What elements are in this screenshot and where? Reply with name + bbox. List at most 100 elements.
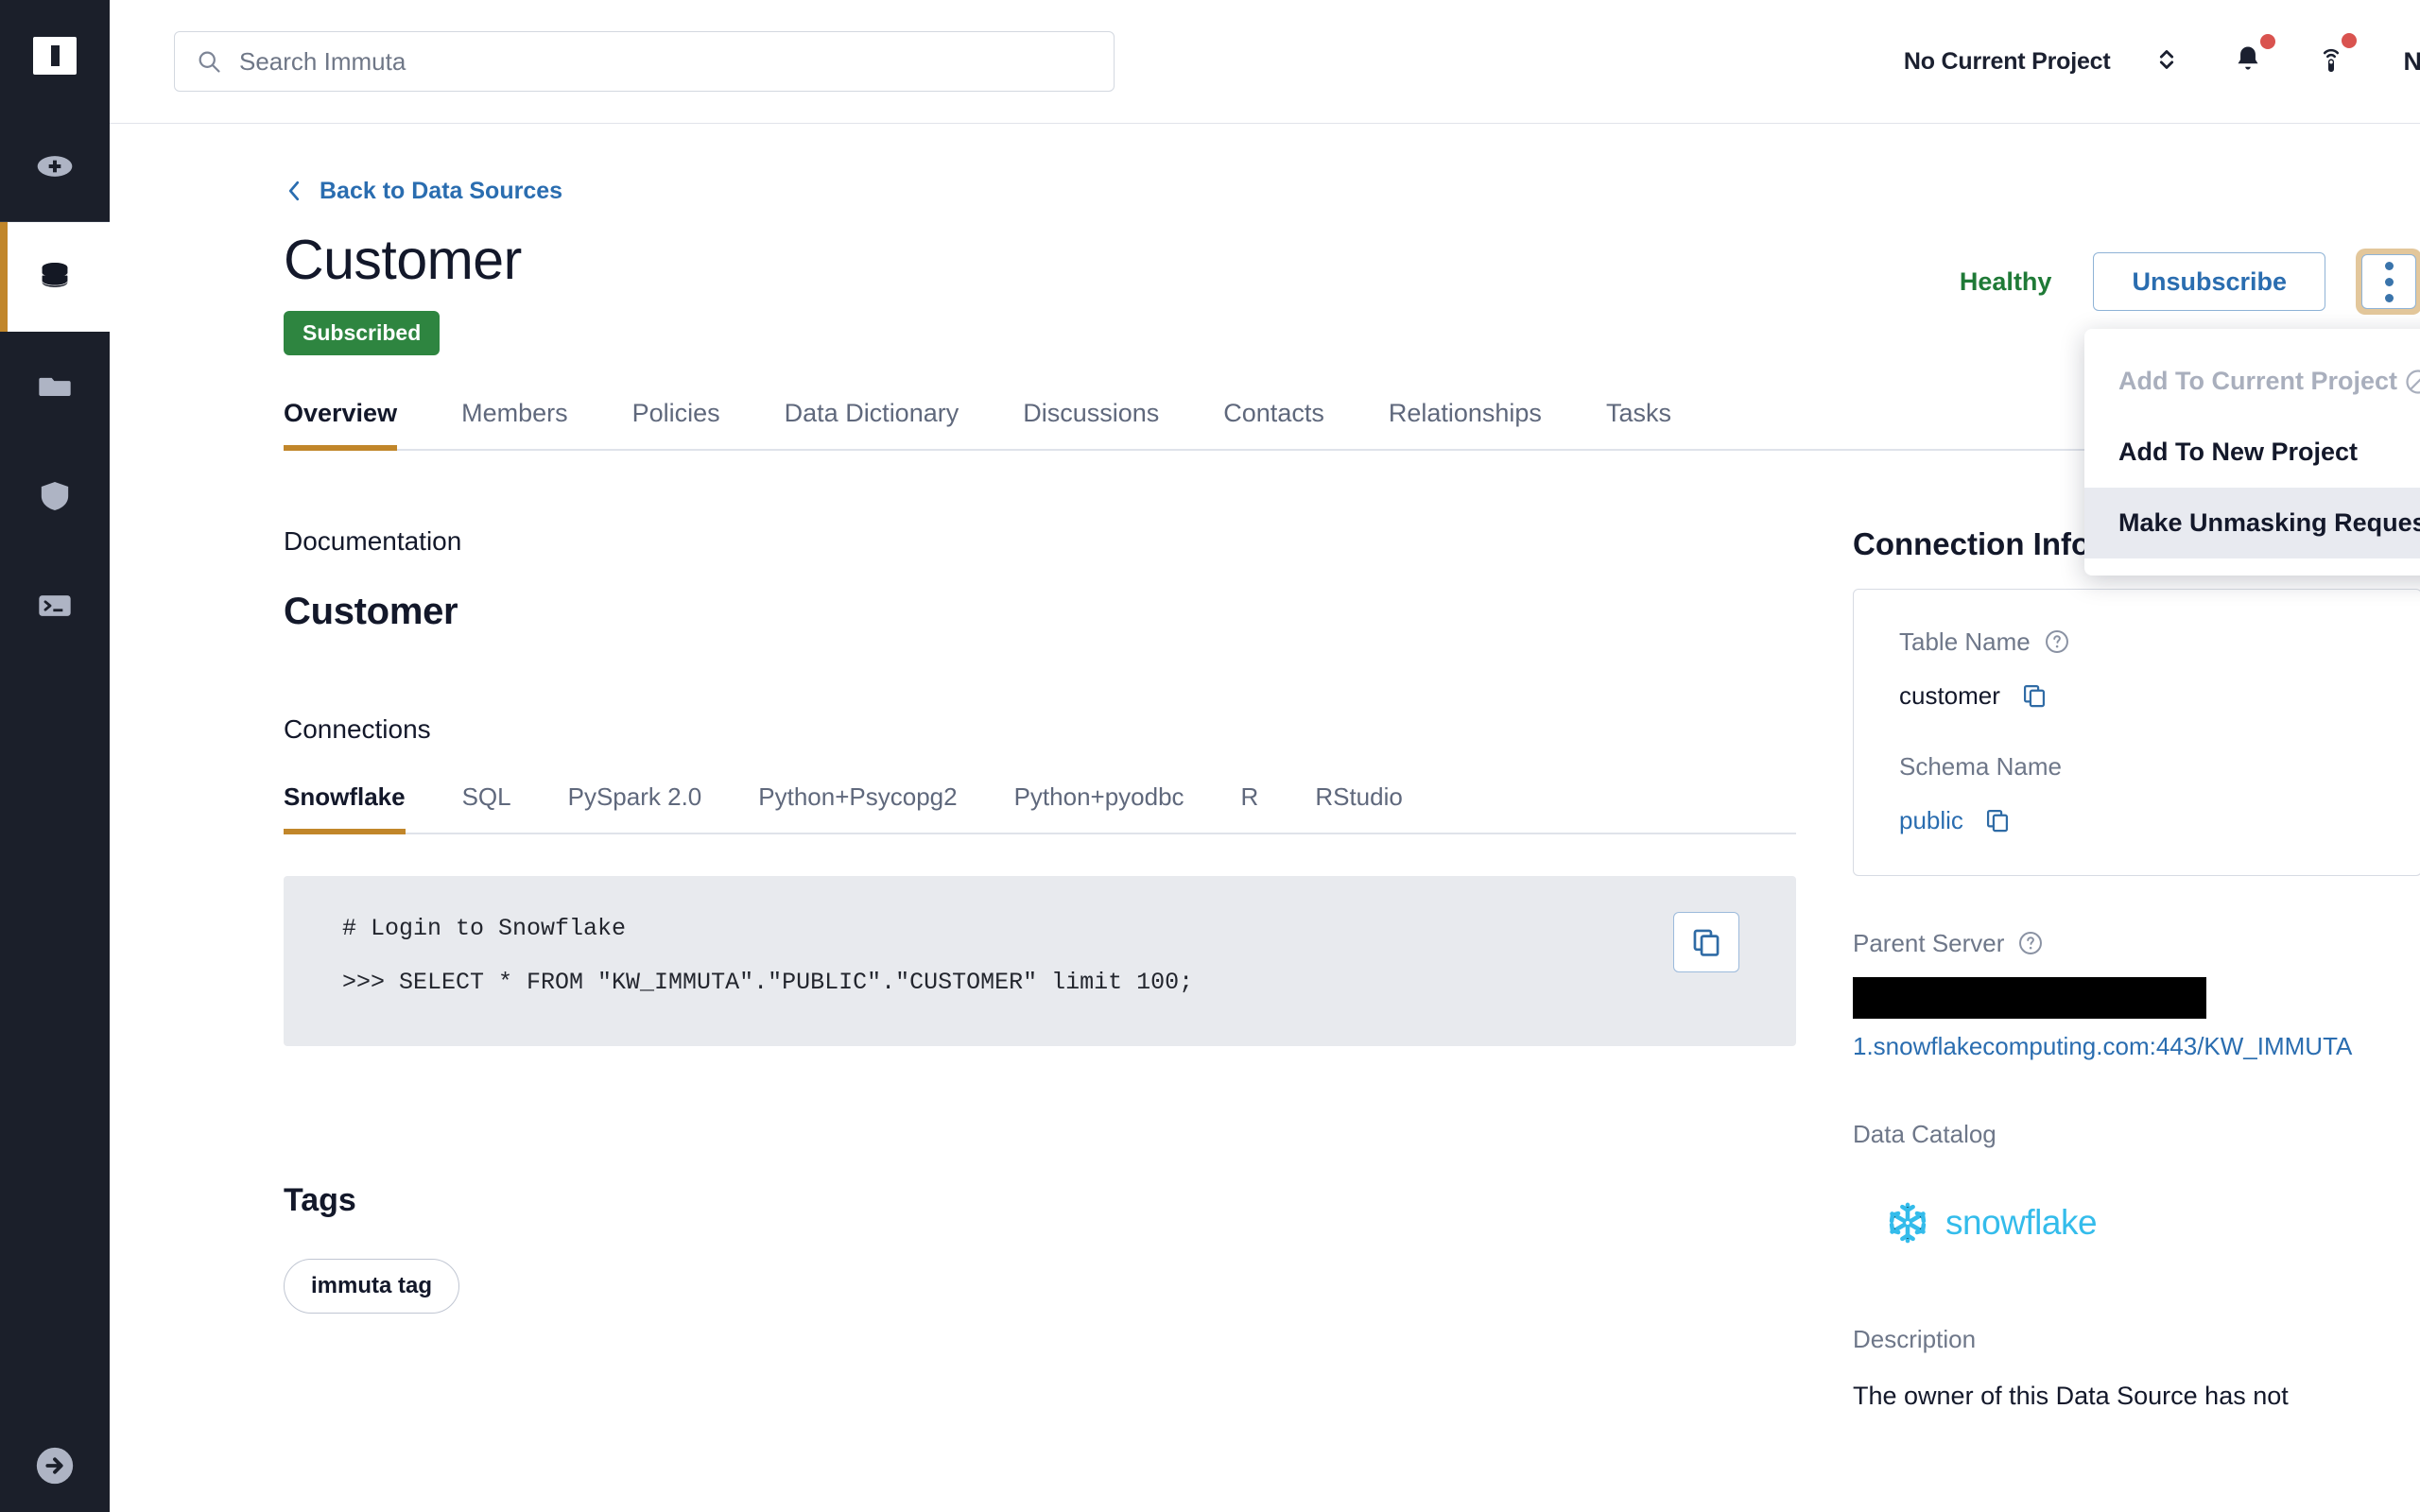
notifications-badge (2259, 33, 2275, 49)
right-column: Connection Information Table Name custom… (1853, 451, 2420, 1413)
sidebar-item-governance[interactable] (0, 441, 110, 551)
tag-chip[interactable]: immuta tag (284, 1258, 460, 1314)
back-to-data-sources-link[interactable]: Back to Data Sources (284, 177, 2420, 205)
sidebar (0, 0, 110, 1512)
data-catalog-value: snowflake (1853, 1198, 2420, 1247)
help-circle-icon[interactable] (2017, 930, 2044, 956)
documentation-heading: Customer (284, 590, 458, 632)
chevron-left-icon (288, 180, 300, 201)
unsubscribe-button[interactable]: Unsubscribe (2093, 252, 2325, 311)
field-schema-name: Schema Name public (1899, 752, 2376, 835)
connections-section-label: Connections (284, 713, 431, 744)
snowflake-wordmark: snowflake (1945, 1202, 2098, 1242)
table-name-label-text: Table Name (1899, 627, 2031, 656)
copy-code-button[interactable] (1673, 911, 1739, 972)
app-root: No Current Project (0, 0, 2420, 1512)
status-badge: Subscribed (284, 310, 441, 355)
schema-name-label-text: Schema Name (1899, 751, 2062, 781)
connection-tab-python-psycopg2[interactable]: Python+Psycopg2 (730, 782, 985, 833)
connection-tab-r[interactable]: R (1213, 782, 1288, 833)
connection-info-card: Table Name customer Schema Name public (1853, 588, 2420, 876)
avatar[interactable]: N (2404, 47, 2420, 77)
title-block: Customer Subscribed (284, 231, 522, 355)
kebab-menu-icon[interactable] (2361, 254, 2416, 309)
table-name-value: customer (1899, 680, 2000, 710)
search-box[interactable] (174, 31, 1115, 92)
page-content: Back to Data Sources Customer Subscribed… (110, 177, 2420, 1413)
connection-tab-rstudio[interactable]: RStudio (1287, 782, 1431, 833)
tab-tasks[interactable]: Tasks (1574, 399, 1703, 449)
menu-item-add-to-new-project[interactable]: Add To New Project (2084, 417, 2420, 488)
copy-icon (1693, 929, 1720, 956)
no-entry-icon (2404, 368, 2420, 396)
code-snippet-block: # Login to Snowflake >>> SELECT * FROM "… (284, 875, 1796, 1046)
left-column: Documentation Customer Connections Snowf… (284, 451, 1853, 1413)
parent-server-link[interactable]: 1.snowflakecomputing.com:443/KW_IMMUTA (1853, 1032, 2420, 1061)
health-status: Healthy (1959, 266, 2052, 296)
shield-icon (41, 482, 69, 510)
title-actions: Healthy Unsubscribe (1960, 232, 2420, 315)
menu-item-label: Add To New Project (2118, 438, 2359, 466)
table-name-value-row: customer (1899, 681, 2376, 711)
copy-icon (2023, 685, 2045, 708)
broadcast-badge (2341, 32, 2357, 48)
schema-name-value[interactable]: public (1899, 806, 1963, 835)
sidebar-item-query-engine[interactable] (0, 551, 110, 661)
sidebar-expand-button[interactable] (0, 1444, 110, 1487)
help-circle-icon[interactable] (2044, 628, 2070, 655)
immuta-logo-mark (33, 37, 77, 75)
folder-icon (39, 377, 71, 396)
parent-server-label-text: Parent Server (1853, 928, 2005, 957)
schema-name-value-row: public (1899, 806, 2376, 835)
current-project-label: No Current Project (1903, 47, 2111, 75)
parent-server-label: Parent Server (1853, 929, 2420, 958)
top-bar-right: No Current Project N (1903, 32, 2420, 82)
tab-contacts[interactable]: Contacts (1191, 399, 1357, 449)
connection-tab-python-pyodbc[interactable]: Python+pyodbc (986, 782, 1213, 833)
broadcast-button[interactable] (2317, 32, 2357, 82)
project-selector-button[interactable] (2154, 43, 2179, 80)
body-columns: Documentation Customer Connections Snowf… (284, 451, 2420, 1413)
kebab-dropdown-menu: Add To Current Project Add To New Projec… (2084, 329, 2420, 576)
sidebar-item-projects[interactable] (0, 332, 110, 441)
search-icon (199, 51, 220, 73)
tab-relationships[interactable]: Relationships (1357, 399, 1574, 449)
bell-icon (2238, 46, 2257, 70)
tab-overview[interactable]: Overview (284, 399, 429, 451)
description-label: Description (1853, 1324, 1977, 1353)
connection-tab-sql[interactable]: SQL (434, 782, 540, 833)
copy-schema-name-button[interactable] (1984, 807, 2011, 833)
menu-item-make-unmasking-request[interactable]: Make Unmasking Request (2084, 488, 2420, 558)
menu-item-add-to-current-project: Add To Current Project (2084, 346, 2420, 417)
schema-name-label: Schema Name (1899, 752, 2376, 782)
tab-members[interactable]: Members (429, 399, 600, 449)
sidebar-item-data-sources[interactable] (0, 222, 110, 332)
notifications-button[interactable] (2232, 33, 2275, 81)
copy-table-name-button[interactable] (2021, 682, 2048, 709)
kebab-focus-ring (2356, 249, 2420, 315)
search-input[interactable] (239, 46, 1093, 77)
data-catalog-label: Data Catalog (1853, 1119, 1996, 1148)
field-parent-server: Parent Server 1.snowflakecomputing.com:4… (1853, 929, 2420, 1061)
snowflake-icon (1889, 1202, 1927, 1244)
copy-icon (1986, 810, 2008, 833)
sidebar-item-add[interactable] (0, 112, 110, 221)
arrow-right-circle-icon (36, 1447, 74, 1485)
immuta-logo[interactable] (0, 0, 110, 112)
tab-data-dictionary[interactable]: Data Dictionary (752, 399, 992, 449)
parent-server-redaction-bar (1853, 976, 2206, 1019)
tags-section-label: Tags (284, 1181, 356, 1218)
menu-item-label: Add To Current Project (2118, 367, 2398, 395)
table-name-label: Table Name (1899, 627, 2376, 657)
tab-discussions[interactable]: Discussions (991, 399, 1191, 449)
field-table-name: Table Name customer (1899, 627, 2376, 711)
connection-tab-pyspark[interactable]: PySpark 2.0 (540, 782, 731, 833)
connection-tab-snowflake[interactable]: Snowflake (284, 782, 434, 834)
broadcast-icon (2323, 48, 2339, 72)
tab-policies[interactable]: Policies (600, 399, 752, 449)
menu-item-label: Make Unmasking Request (2118, 508, 2420, 537)
chevron-up-down-icon (2159, 49, 2173, 69)
documentation-section-label: Documentation (284, 525, 462, 556)
top-bar: No Current Project (110, 0, 2420, 124)
connection-tabs: Snowflake SQL PySpark 2.0 Python+Psycopg… (284, 782, 1796, 834)
